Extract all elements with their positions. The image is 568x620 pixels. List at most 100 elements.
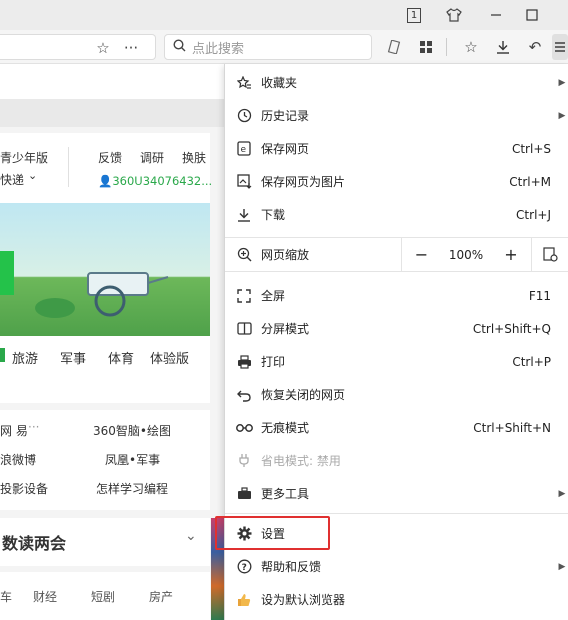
menu-item-set-default[interactable]: 设为默认浏览器	[225, 583, 568, 616]
more-dots-icon[interactable]: ···	[118, 35, 144, 61]
bush-shape	[35, 298, 75, 318]
menu-item-save-as-image[interactable]: 保存网页为图片 Ctrl+M	[225, 165, 568, 198]
teen-version-link[interactable]: 青少年版	[0, 149, 48, 166]
maximize-icon[interactable]	[514, 0, 550, 30]
nav-tab-travel[interactable]: 旅游	[12, 348, 38, 367]
zoom-magnifier-icon	[229, 247, 259, 262]
power-saving-icon	[229, 453, 259, 468]
reader-icon[interactable]	[381, 34, 407, 60]
zoom-label: 网页缩放	[261, 248, 310, 262]
nav-tab-sports[interactable]: 体育	[108, 348, 134, 367]
list-item[interactable]: 凤凰•军事	[105, 451, 160, 468]
user-icon: 👤	[98, 174, 113, 188]
submenu-arrow-icon: ▶	[558, 110, 566, 121]
bottom-tab[interactable]: 短剧	[91, 588, 115, 605]
toolbox-icon	[229, 487, 259, 500]
section-header-card[interactable]: 数读两会 ⌄	[0, 518, 210, 566]
list-item[interactable]: 投影设备	[0, 480, 48, 497]
cart-illustration	[87, 272, 169, 317]
download-icon[interactable]	[490, 34, 516, 60]
menu-item-label: 收藏夹	[261, 76, 298, 90]
shortcut-text: Ctrl+Shift+Q	[472, 321, 551, 336]
history-clock-icon	[229, 108, 259, 123]
bottom-tab[interactable]: 房产	[149, 588, 173, 605]
menu-item-label: 更多工具	[261, 487, 310, 501]
menu-item-restore-closed[interactable]: 恢复关闭的网页	[225, 378, 568, 411]
menu-item-label: 无痕模式	[261, 421, 310, 435]
submenu-arrow-icon: ▶	[558, 488, 566, 499]
list-item[interactable]: 怎样学习编程	[96, 480, 168, 497]
list-item[interactable]: 网 易	[0, 422, 28, 439]
incognito-icon	[229, 423, 259, 433]
toolbar-divider	[446, 38, 447, 56]
address-bar[interactable]: ☆ ···	[0, 34, 156, 60]
bottom-tab[interactable]: 财经	[33, 588, 57, 605]
menu-item-fullscreen[interactable]: 全屏 F11	[225, 279, 568, 312]
list-item[interactable]: 360智脑•绘图	[93, 422, 171, 439]
list-item[interactable]: 浪微博	[0, 451, 36, 468]
download-icon	[229, 208, 259, 222]
bottom-tabs: 车 财经 短剧 房产	[0, 572, 210, 620]
user-id-text: 360U34076432...	[112, 174, 213, 188]
menu-item-favorites[interactable]: 收藏夹 ▶	[225, 66, 568, 99]
main-menu-button[interactable]	[552, 34, 568, 60]
save-page-icon: e	[229, 141, 259, 156]
help-icon: ?	[229, 559, 259, 574]
more-dots-icon: ···	[28, 420, 40, 434]
shirt-icon[interactable]	[436, 0, 472, 30]
menu-item-history[interactable]: 历史记录 ▶	[225, 99, 568, 132]
menu-item-label: 保存网页	[261, 142, 310, 156]
user-id[interactable]: 👤360U34076432...	[98, 174, 212, 188]
save-image-icon	[229, 174, 259, 189]
menu-separator	[225, 513, 568, 514]
survey-link[interactable]: 调研	[140, 149, 164, 166]
search-input[interactable]: 点此搜索	[164, 34, 372, 60]
skin-link[interactable]: 换肤	[182, 149, 206, 166]
bookmark-star-icon[interactable]: ☆	[90, 35, 116, 61]
restore-icon	[229, 388, 259, 402]
menu-item-save-page[interactable]: e 保存网页 Ctrl+S	[225, 132, 568, 165]
minimize-icon[interactable]	[478, 0, 514, 30]
settings-highlight-box	[215, 516, 330, 550]
tab-count-icon[interactable]: 1	[396, 0, 432, 30]
feedback-link[interactable]: 反馈	[98, 149, 122, 166]
links-card: 网 易 ··· 360智脑•绘图 浪微博 凤凰•军事 投影设备 怎样学习编程	[0, 410, 210, 510]
tab-count: 1	[406, 7, 422, 23]
apps-grid-icon[interactable]	[413, 34, 439, 60]
nav-accent-bar	[0, 348, 5, 362]
undo-icon[interactable]: ↶	[522, 34, 548, 60]
menu-item-incognito[interactable]: 无痕模式 Ctrl+Shift+N	[225, 411, 568, 444]
toolbar: ☆ ··· 点此搜索 ☆ ↶	[0, 30, 568, 64]
menu-item-print[interactable]: 打印 Ctrl+P	[225, 345, 568, 378]
chevron-down-icon[interactable]: ⌄	[185, 528, 197, 544]
thumbs-up-icon	[229, 593, 259, 607]
menu-item-label: 省电模式: 禁用	[261, 454, 341, 468]
menu-item-label: 分屏模式	[261, 322, 310, 336]
menu-separator	[225, 271, 568, 272]
chevron-down-icon[interactable]: ⌄	[28, 169, 37, 182]
nav-tab-military[interactable]: 军事	[60, 348, 86, 367]
svg-text:?: ?	[241, 563, 246, 573]
menu-item-label: 历史记录	[261, 109, 310, 123]
page-grey-band	[0, 99, 224, 127]
favorites-list-icon[interactable]: ☆	[458, 34, 484, 60]
nav-tab-beta[interactable]: 体验版	[150, 348, 189, 367]
bottom-tab[interactable]: 车	[0, 588, 12, 605]
fullscreen-icon	[229, 288, 259, 303]
banner-image[interactable]	[0, 203, 210, 336]
section-title: 数读两会	[2, 534, 67, 553]
menu-item-split-screen[interactable]: 分屏模式 Ctrl+Shift+Q	[225, 312, 568, 345]
menu-item-help-feedback[interactable]: ? 帮助和反馈 ▶	[225, 550, 568, 583]
submenu-arrow-icon: ▶	[558, 561, 566, 572]
zoom-level-value: 100%	[448, 247, 484, 262]
menu-item-downloads[interactable]: 下载 Ctrl+J	[225, 198, 568, 231]
zoom-in-button[interactable]: +	[491, 238, 531, 271]
menu-item-label: 打印	[261, 355, 286, 369]
menu-item-more-tools[interactable]: 更多工具 ▶	[225, 477, 568, 510]
express-link[interactable]: 快递	[0, 171, 24, 188]
menu-item-label: 帮助和反馈	[261, 560, 322, 574]
print-icon	[229, 354, 259, 369]
zoom-out-button[interactable]: −	[401, 238, 441, 271]
menu-item-label: 全屏	[261, 289, 286, 303]
zoom-settings-icon[interactable]	[531, 238, 568, 271]
